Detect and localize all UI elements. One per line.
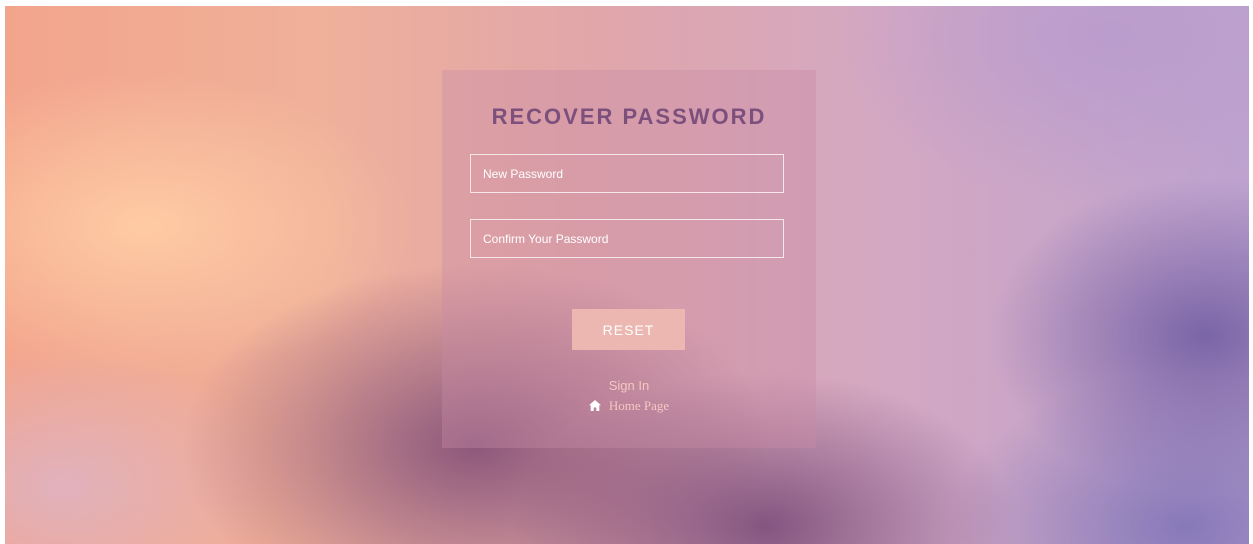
home-page-label: Home Page xyxy=(608,398,670,413)
confirm-password-input[interactable] xyxy=(470,219,784,258)
sign-in-label: Sign In xyxy=(608,378,650,393)
footer-links: Sign In Home Page xyxy=(442,376,816,416)
recover-password-card: RECOVER PASSWORD RESET Sign In Home Page xyxy=(442,70,816,448)
reset-button[interactable]: RESET xyxy=(572,309,685,350)
home-icon xyxy=(588,400,601,411)
page-title: RECOVER PASSWORD xyxy=(491,104,767,129)
page-background: RECOVER PASSWORD RESET Sign In Home Page xyxy=(5,6,1249,544)
home-page-link[interactable]: Home Page xyxy=(442,396,816,416)
new-password-input[interactable] xyxy=(470,154,784,193)
sign-in-link[interactable]: Sign In xyxy=(442,376,816,396)
